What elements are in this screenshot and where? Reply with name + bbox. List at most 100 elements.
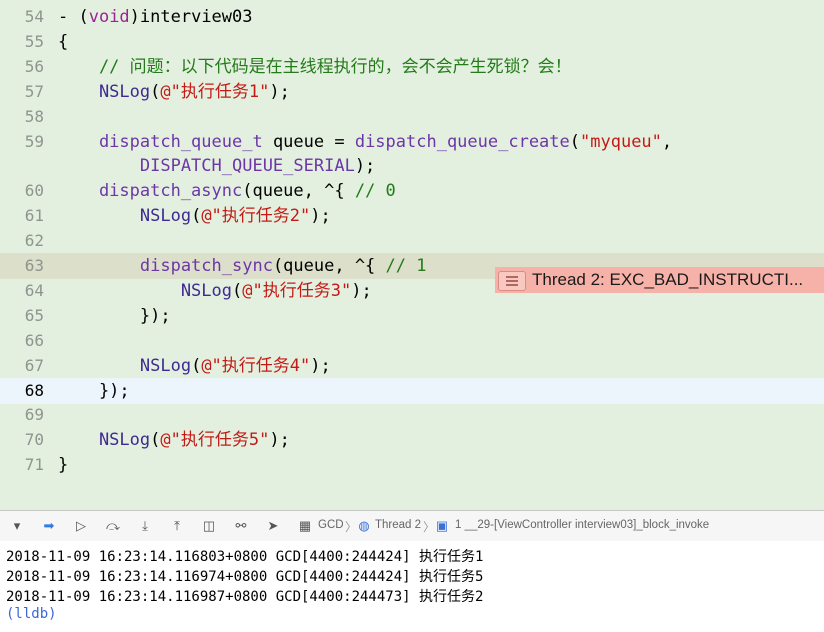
code-token: ( — [569, 131, 581, 152]
code-token: NSLog — [58, 81, 151, 102]
code-token: } — [58, 455, 69, 476]
line-number[interactable]: 67 — [0, 353, 44, 379]
line-number[interactable]: 54 — [0, 4, 44, 30]
code-token: dispatch_async — [58, 181, 243, 202]
code-token: )interview03 — [129, 7, 253, 27]
code-line[interactable]: 70 NSLog(@"执行任务5"); — [0, 427, 824, 453]
line-number[interactable]: 69 — [0, 402, 44, 428]
code-token: NSLog — [58, 430, 151, 451]
lldb-prompt[interactable]: (lldb) — [6, 606, 57, 622]
line-number[interactable]: 60 — [0, 178, 44, 204]
code-token: , — [661, 131, 673, 152]
code-text: NSLog(@"执行任务3"); — [58, 278, 372, 304]
code-token: ( — [150, 430, 161, 451]
view-hierarchy-icon[interactable]: ◫ — [200, 517, 218, 535]
error-annotation[interactable]: Thread 2: EXC_BAD_INSTRUCTI... — [495, 267, 824, 293]
code-token: @"执行任务2" — [201, 206, 311, 227]
line-number[interactable]: 71 — [0, 452, 44, 478]
code-token: ); — [269, 81, 290, 102]
line-number[interactable]: 66 — [0, 328, 44, 354]
code-token: queue = — [262, 131, 355, 152]
location-icon[interactable]: ➤ — [264, 517, 282, 535]
console-output[interactable]: 2018-11-09 16:23:14.116803+0800 GCD[4400… — [0, 541, 824, 632]
step-into-icon[interactable]: ⤓ — [136, 517, 154, 535]
hide-debug-area-icon[interactable]: ▾ — [8, 517, 26, 535]
code-line[interactable]: 56 // 问题：以下代码是在主线程执行的，会不会产生死锁？会！ — [0, 54, 824, 80]
code-token: @"执行任务4" — [201, 355, 311, 376]
code-token: // 0 — [354, 181, 396, 202]
code-token: }); — [58, 305, 171, 326]
line-number[interactable]: 56 — [0, 54, 44, 80]
line-number[interactable]: 57 — [0, 79, 44, 105]
code-line[interactable]: 54 - (void)interview03 — [0, 4, 824, 30]
code-token: DISPATCH_QUEUE_SERIAL — [58, 156, 355, 177]
breadcrumb-thread[interactable]: Thread 2 — [375, 519, 421, 531]
code-editor[interactable]: 54 - (void)interview03 55 {56 // 问题：以下代码是在主… — [0, 0, 824, 510]
code-token: dispatch_queue_create — [354, 131, 570, 152]
code-line[interactable]: 65 }); — [0, 303, 824, 329]
code-token: @"执行任务1" — [160, 81, 270, 102]
code-token: ( — [150, 81, 161, 102]
code-token: // 问题：以下代码是在主线程执行的，会不会产生死锁？会！ — [58, 56, 572, 77]
code-token: ( — [191, 206, 202, 227]
line-number[interactable]: 58 — [0, 104, 44, 130]
code-text: dispatch_async(queue, ^{ // 0 — [58, 178, 396, 204]
code-token: ); — [310, 206, 331, 227]
line-number[interactable]: 62 — [0, 228, 44, 254]
code-token: - ( — [58, 7, 89, 27]
code-token: void — [88, 7, 130, 27]
code-line[interactable]: 61 NSLog(@"执行任务2"); — [0, 203, 824, 229]
code-line[interactable]: 58 — [0, 104, 824, 130]
console-line: 2018-11-09 16:23:14.116974+0800 GCD[4400… — [6, 569, 484, 585]
breadcrumb-frame[interactable]: 1 __29-[ViewController interview03]_bloc… — [455, 519, 709, 531]
line-number[interactable]: 59 — [0, 129, 44, 155]
line-number[interactable]: 68 — [0, 378, 44, 404]
code-text: NSLog(@"执行任务1"); — [58, 79, 290, 105]
debug-bar: ▾ ➡ ▷ ⤼ ⤓ ⤒ ◫ ⚯ ➤ ▦ GCD 〉 ◍ Thread 2 〉 ▣… — [0, 510, 824, 542]
code-token: NSLog — [58, 206, 192, 227]
line-number[interactable]: 70 — [0, 427, 44, 453]
code-token: NSLog — [58, 280, 232, 301]
line-number[interactable]: 55 — [0, 29, 44, 55]
code-text: NSLog(@"执行任务5"); — [58, 427, 290, 453]
code-line[interactable]: 71} — [0, 452, 824, 478]
code-token: ); — [351, 280, 372, 301]
code-token: dispatch_queue_t — [58, 131, 263, 152]
code-token: "myqueu" — [580, 131, 662, 152]
code-text: DISPATCH_QUEUE_SERIAL); — [58, 153, 375, 179]
code-token: ( — [191, 355, 202, 376]
error-list-icon[interactable] — [498, 271, 526, 291]
step-over-icon[interactable]: ⤼ — [104, 517, 122, 535]
code-line[interactable]: 57 NSLog(@"执行任务1"); — [0, 79, 824, 105]
code-line[interactable]: 69 — [0, 402, 824, 428]
thread-icon: ◍ — [358, 518, 370, 533]
line-number[interactable]: 61 — [0, 203, 44, 229]
code-text: NSLog(@"执行任务4"); — [58, 353, 331, 379]
code-line[interactable]: 68 }); — [0, 377, 824, 404]
code-token: @"执行任务3" — [242, 280, 352, 301]
code-text: dispatch_queue_t queue = dispatch_queue_… — [58, 129, 672, 155]
line-number[interactable]: 64 — [0, 278, 44, 304]
line-number[interactable]: 63 — [0, 253, 44, 279]
line-number[interactable]: 65 — [0, 303, 44, 329]
code-line[interactable]: 66 — [0, 328, 824, 354]
breadcrumb-project[interactable]: GCD — [318, 519, 344, 531]
code-line[interactable]: DISPATCH_QUEUE_SERIAL); — [0, 153, 824, 179]
code-token: @"执行任务5" — [160, 430, 270, 451]
continue-icon[interactable]: ▷ — [72, 517, 90, 535]
code-text: // 问题：以下代码是在主线程执行的，会不会产生死锁？会！ — [58, 54, 572, 80]
console-line: 2018-11-09 16:23:14.116987+0800 GCD[4400… — [6, 589, 484, 605]
code-line[interactable]: 60 dispatch_async(queue, ^{ // 0 — [0, 178, 824, 204]
memory-graph-icon[interactable]: ⚯ — [232, 517, 250, 535]
code-line[interactable]: 59 dispatch_queue_t queue = dispatch_que… — [0, 129, 824, 155]
error-message: Thread 2: EXC_BAD_INSTRUCTI... — [532, 270, 804, 289]
code-text: }); — [58, 378, 130, 404]
frame-icon: ▣ — [435, 518, 449, 533]
code-token: (queue, ^{ — [272, 256, 386, 276]
code-line[interactable]: 55 { — [0, 29, 824, 55]
code-line[interactable]: 62 — [0, 228, 824, 254]
breakpoints-toggle-icon[interactable]: ➡ — [40, 517, 58, 535]
step-out-icon[interactable]: ⤒ — [168, 517, 186, 535]
code-text: NSLog(@"执行任务2"); — [58, 203, 331, 229]
code-line[interactable]: 67 NSLog(@"执行任务4"); — [0, 353, 824, 379]
